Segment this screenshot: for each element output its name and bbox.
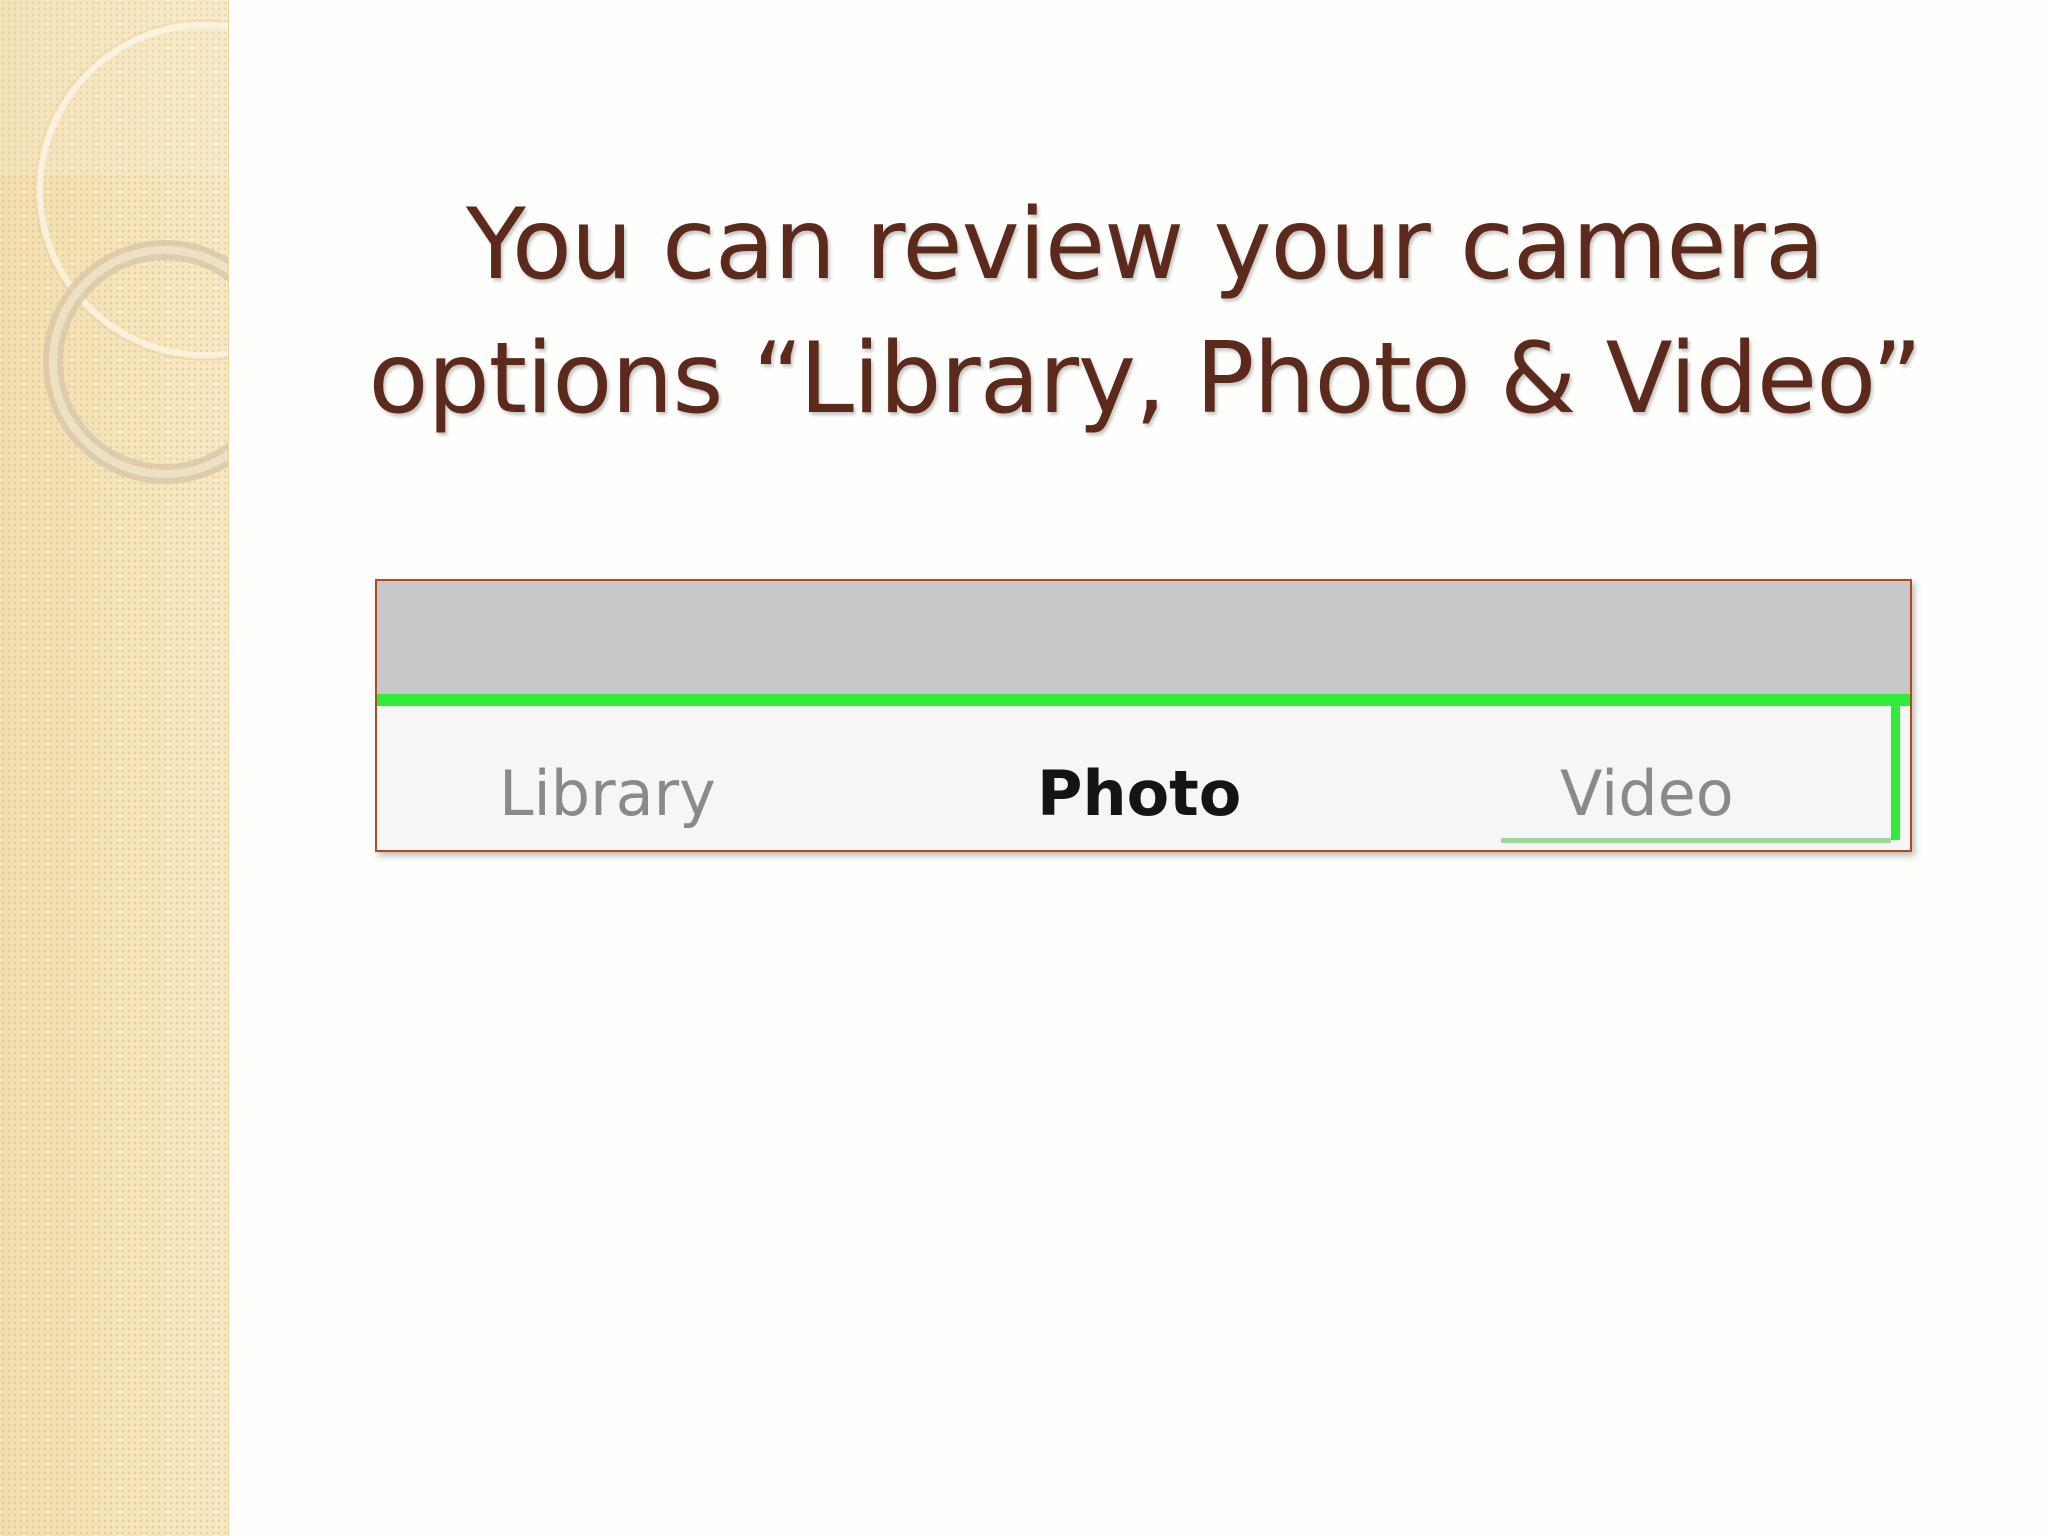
highlight-border-top bbox=[377, 694, 1910, 706]
slide-title: You can review your camera options “Libr… bbox=[330, 178, 1960, 446]
camera-top-bar bbox=[377, 581, 1910, 694]
video-tab-underline bbox=[1501, 838, 1891, 843]
tab-library[interactable]: Library bbox=[499, 759, 716, 829]
tab-photo[interactable]: Photo bbox=[1037, 759, 1241, 829]
highlight-border-right bbox=[1891, 694, 1900, 840]
slide-title-line-1: You can review your camera bbox=[465, 188, 1825, 302]
slide-title-line-2: options “Library, Photo & Video” bbox=[368, 322, 1923, 436]
decorative-rings bbox=[0, 0, 228, 484]
camera-mode-screenshot: Library Photo Video bbox=[375, 579, 1912, 852]
decorative-side-panel bbox=[0, 0, 229, 1536]
tab-video[interactable]: Video bbox=[1560, 759, 1734, 829]
